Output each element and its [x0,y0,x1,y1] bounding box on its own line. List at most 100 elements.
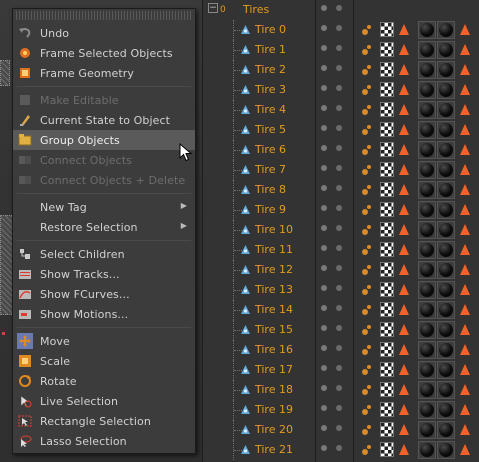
selection-tag-icon[interactable] [399,64,409,75]
render-visibility-dot[interactable] [336,425,342,431]
menu-item-rectangle-selection[interactable]: Rectangle Selection [13,411,195,431]
object-name[interactable]: Tire 14 [255,303,293,316]
visibility-dot[interactable] [321,5,327,11]
material-tag-icon[interactable] [437,81,455,99]
phong-tag-icon[interactable] [361,43,373,56]
selection-tag-icon[interactable] [460,404,470,415]
phong-tag-icon[interactable] [361,143,373,156]
material-tag-icon[interactable] [418,401,436,419]
material-tag-icon[interactable] [418,281,436,299]
selection-tag-icon[interactable] [399,24,409,35]
object-name[interactable]: Tire 11 [255,243,293,256]
object-name[interactable]: Tire 2 [255,63,286,76]
render-visibility-dot[interactable] [336,405,342,411]
material-tag-icon[interactable] [437,121,455,139]
texture-tag-icon[interactable] [380,62,394,77]
selection-tag-icon[interactable] [399,44,409,55]
texture-tag-icon[interactable] [380,162,394,177]
menu-item-new-tag[interactable]: New Tag ▶ [13,197,195,217]
selection-tag-icon[interactable] [460,424,470,435]
phong-tag-icon[interactable] [361,183,373,196]
phong-tag-icon[interactable] [361,423,373,436]
phong-tag-icon[interactable] [361,243,373,256]
material-tag-icon[interactable] [418,321,436,339]
texture-tag-icon[interactable] [380,202,394,217]
menu-item-show-tracks[interactable]: Show Tracks... [13,264,195,284]
render-visibility-dot[interactable] [336,245,342,251]
material-tag-icon[interactable] [418,221,436,239]
selection-tag-icon[interactable] [460,364,470,375]
texture-tag-icon[interactable] [380,262,394,277]
texture-tag-icon[interactable] [380,322,394,337]
material-tag-icon[interactable] [437,201,455,219]
menu-item-lasso-selection[interactable]: Lasso Selection [13,431,195,451]
object-name[interactable]: Tire 18 [255,383,293,396]
selection-tag-icon[interactable] [460,224,470,235]
material-tag-icon[interactable] [437,181,455,199]
menu-item-restore-selection[interactable]: Restore Selection ▶ [13,217,195,237]
texture-tag-icon[interactable] [380,102,394,117]
visibility-dot[interactable] [321,45,327,51]
selection-tag-icon[interactable] [399,404,409,415]
menu-item-live-selection[interactable]: Live Selection [13,391,195,411]
material-tag-icon[interactable] [437,321,455,339]
texture-tag-icon[interactable] [380,382,394,397]
object-row[interactable]: Tire 6 [203,140,479,160]
render-visibility-dot[interactable] [336,65,342,71]
object-row[interactable]: Tire 13 [203,280,479,300]
selection-tag-icon[interactable] [399,384,409,395]
material-tag-icon[interactable] [437,41,455,59]
selection-tag-icon[interactable] [399,264,409,275]
selection-tag-icon[interactable] [460,164,470,175]
object-row[interactable]: Tire 9 [203,200,479,220]
texture-tag-icon[interactable] [380,422,394,437]
visibility-dot[interactable] [321,225,327,231]
visibility-dot[interactable] [321,65,327,71]
selection-tag-icon[interactable] [399,164,409,175]
object-name[interactable]: Tire 13 [255,283,293,296]
object-name[interactable]: Tire 6 [255,143,286,156]
object-row[interactable]: Tire 12 [203,260,479,280]
material-tag-icon[interactable] [418,141,436,159]
object-row[interactable]: Tire 18 [203,380,479,400]
material-tag-icon[interactable] [437,221,455,239]
selection-tag-icon[interactable] [460,304,470,315]
selection-tag-icon[interactable] [399,84,409,95]
object-name[interactable]: Tire 3 [255,83,286,96]
object-row[interactable]: Tire 10 [203,220,479,240]
selection-tag-icon[interactable] [399,204,409,215]
material-tag-icon[interactable] [437,361,455,379]
object-name[interactable]: Tires [243,3,269,16]
render-visibility-dot[interactable] [336,325,342,331]
render-visibility-dot[interactable] [336,285,342,291]
selection-tag-icon[interactable] [399,364,409,375]
menu-item-connect-objects[interactable]: Connect Objects [13,150,195,170]
object-row[interactable]: Tire 8 [203,180,479,200]
material-tag-icon[interactable] [418,341,436,359]
selection-tag-icon[interactable] [460,264,470,275]
material-tag-icon[interactable] [418,61,436,79]
menu-item-show-fcurves[interactable]: Show FCurves... [13,284,195,304]
render-visibility-dot[interactable] [336,345,342,351]
selection-tag-icon[interactable] [460,384,470,395]
material-tag-icon[interactable] [437,441,455,459]
material-tag-icon[interactable] [418,201,436,219]
selection-tag-icon[interactable] [399,324,409,335]
material-tag-icon[interactable] [418,301,436,319]
material-tag-icon[interactable] [437,21,455,39]
visibility-dot[interactable] [321,125,327,131]
phong-tag-icon[interactable] [361,83,373,96]
selection-tag-icon[interactable] [460,24,470,35]
material-tag-icon[interactable] [418,361,436,379]
object-name[interactable]: Tire 10 [255,223,293,236]
object-name[interactable]: Tire 9 [255,203,286,216]
selection-tag-icon[interactable] [460,64,470,75]
visibility-dot[interactable] [321,25,327,31]
material-tag-icon[interactable] [437,101,455,119]
menu-item-current-state-to-object[interactable]: Current State to Object [13,110,195,130]
menu-item-select-children[interactable]: Select Children [13,244,195,264]
object-row-tires[interactable]: − 0 Tires [203,0,479,20]
selection-tag-icon[interactable] [460,244,470,255]
phong-tag-icon[interactable] [361,403,373,416]
object-row[interactable]: Tire 5 [203,120,479,140]
